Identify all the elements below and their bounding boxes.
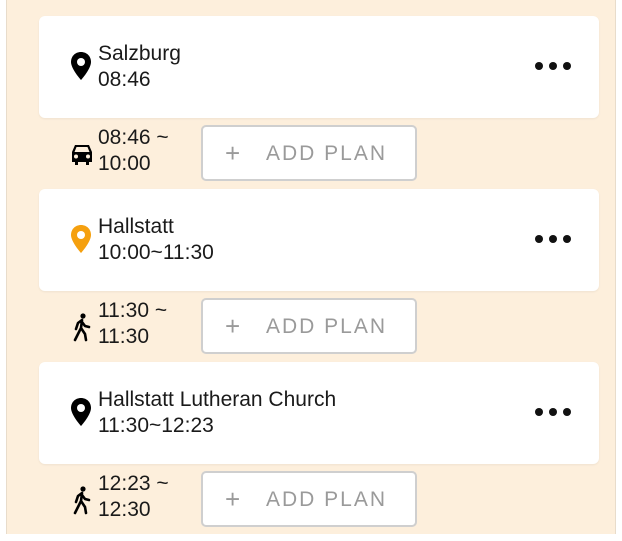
more-options-icon[interactable] [533,398,573,426]
stop-card[interactable]: Hallstatt Lutheran Church 11:30~12:23 [39,362,599,464]
transit-row: 12:23 ~ 12:30 + ADD PLAN [39,471,599,541]
stop-time: 08:46 [98,68,151,91]
transit-start-time: 12:23 ~ [98,472,169,495]
add-plan-label: ADD PLAN [266,142,388,165]
stop-name: Hallstatt Lutheran Church [98,388,337,411]
location-pin-icon [71,398,91,426]
add-plan-button[interactable]: + ADD PLAN [201,125,417,181]
stop-card[interactable]: Salzburg 08:46 [39,16,599,118]
itinerary-panel: Salzburg 08:46 08:46 ~ 10:00 + ADD PLAN … [6,0,616,534]
add-plan-label: ADD PLAN [266,488,388,511]
add-plan-label: ADD PLAN [266,315,388,338]
plus-icon: + [225,484,241,514]
add-plan-button[interactable]: + ADD PLAN [201,298,417,354]
transit-end-time: 11:30 [98,325,149,348]
walking-icon [73,313,91,342]
transit-end-time: 12:30 [98,498,151,521]
stop-card[interactable]: Hallstatt 10:00~11:30 [39,189,599,291]
transit-start-time: 08:46 ~ [98,126,169,149]
stop-name: Salzburg [98,42,181,65]
stop-time: 10:00~11:30 [98,241,214,264]
add-plan-button[interactable]: + ADD PLAN [201,471,417,527]
location-pin-icon [71,52,91,80]
plus-icon: + [225,311,241,341]
stop-time: 11:30~12:23 [98,414,214,437]
transit-start-time: 11:30 ~ [98,299,168,322]
transit-row: 11:30 ~ 11:30 + ADD PLAN [39,298,599,368]
transit-time-range: 11:30 ~ 11:30 [98,298,167,350]
transit-row: 08:46 ~ 10:00 + ADD PLAN [39,125,599,195]
plus-icon: + [225,138,241,168]
more-options-icon[interactable] [533,225,573,253]
transit-time-range: 12:23 ~ 12:30 [98,471,169,523]
more-options-icon[interactable] [533,52,573,80]
transit-end-time: 10:00 [98,152,151,175]
transit-time-range: 08:46 ~ 10:00 [98,125,169,177]
location-pin-icon-active [71,225,91,253]
car-icon [72,145,92,165]
stop-name: Hallstatt [98,215,174,238]
walking-icon [73,486,91,515]
